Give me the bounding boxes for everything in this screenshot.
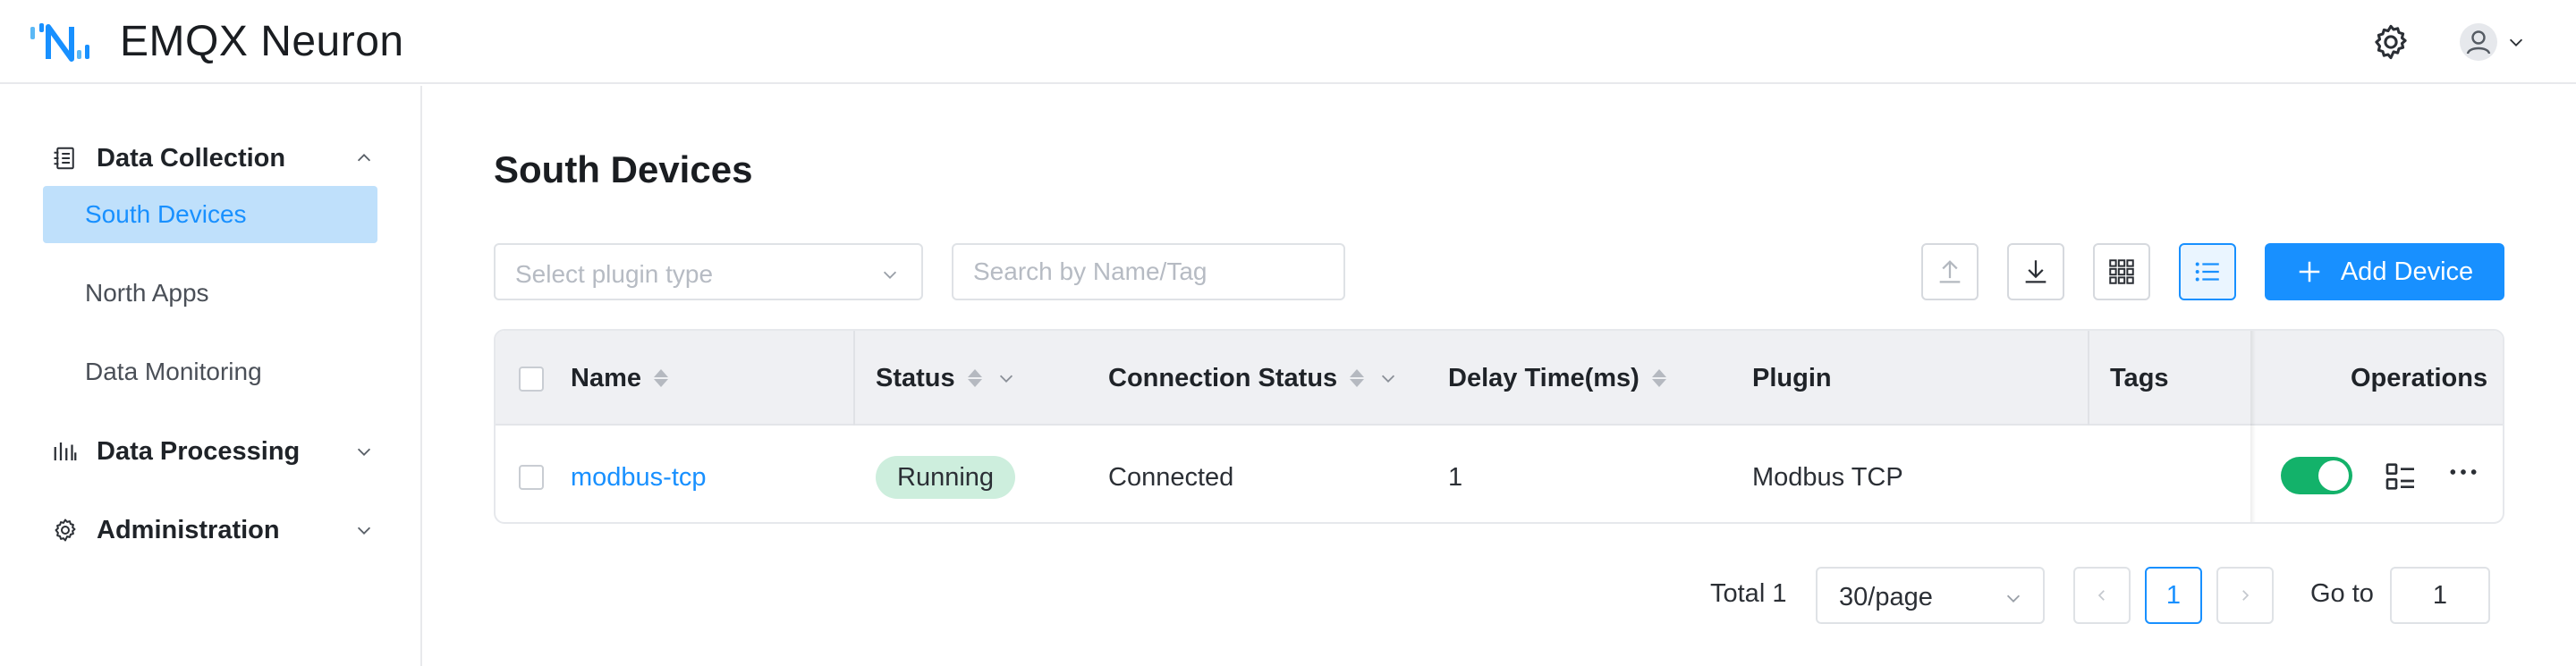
tag-list-icon[interactable] (2383, 459, 2419, 494)
next-page-button[interactable] (2216, 567, 2274, 624)
bar-chart-icon (54, 443, 77, 460)
card-view-button[interactable] (2093, 243, 2150, 300)
sidebar: Data Collection South Devices North Apps… (0, 86, 422, 666)
column-label: Operations (2351, 363, 2488, 392)
menu-group-data-collection[interactable]: Data Collection (52, 136, 374, 181)
upload-icon (1939, 260, 1961, 283)
column-header-connection-status[interactable]: Connection Status (1108, 331, 1398, 426)
neuron-logo[interactable] (29, 20, 100, 64)
gear-icon (55, 518, 76, 542)
column-divider (853, 331, 855, 426)
pagination-total: Total 1 (1710, 579, 1787, 608)
table-header: Name Status Connection Status Delay Time… (496, 331, 2503, 426)
select-all-checkbox[interactable] (519, 367, 544, 392)
column-label: Plugin (1752, 363, 1832, 392)
column-label: Name (571, 363, 641, 392)
top-header: EMQX Neuron (0, 0, 2576, 84)
user-icon (2466, 30, 2491, 55)
device-enable-toggle[interactable] (2281, 457, 2352, 494)
plus-icon (2299, 261, 2320, 282)
filter-chevron-icon[interactable] (996, 368, 1016, 388)
sidebar-item-label: North Apps (85, 279, 209, 307)
chevron-right-icon (2242, 590, 2250, 601)
goto-page-input[interactable] (2390, 567, 2490, 624)
column-header-plugin: Plugin (1752, 331, 1832, 426)
chevron-left-icon (2097, 590, 2105, 601)
list-icon (2195, 262, 2219, 282)
app-title: EMQX Neuron (120, 18, 404, 65)
connection-status: Connected (1108, 463, 1234, 492)
sort-icon[interactable] (1651, 369, 1666, 387)
more-icon[interactable] (2445, 454, 2481, 490)
chevron-down-icon[interactable] (2504, 32, 2528, 52)
column-header-status[interactable]: Status (876, 331, 1016, 426)
column-label: Delay Time(ms) (1448, 363, 1640, 392)
filter-chevron-icon[interactable] (1378, 368, 1398, 388)
menu-group-label: Administration (97, 515, 280, 544)
toggle-knob (2318, 460, 2349, 491)
status-badge: Running (876, 456, 1016, 499)
column-header-delay-time[interactable]: Delay Time(ms) (1448, 331, 1666, 426)
gear-icon[interactable] (2370, 21, 2411, 63)
sidebar-item-north-apps[interactable]: North Apps (43, 265, 377, 322)
avatar[interactable] (2460, 23, 2497, 61)
row-checkbox[interactable] (519, 465, 544, 490)
sidebar-item-label: Data Monitoring (85, 358, 262, 385)
data-collection-icon (54, 147, 74, 170)
search-input[interactable] (952, 243, 1345, 300)
column-header-tags: Tags (2110, 331, 2169, 426)
grid-icon (2109, 259, 2134, 284)
list-view-button[interactable] (2179, 243, 2236, 300)
export-button[interactable] (2007, 243, 2064, 300)
plugin-name: Modbus TCP (1752, 463, 1903, 492)
delay-time: 1 (1448, 463, 1463, 492)
chevron-down-icon (357, 527, 371, 535)
chevron-up-icon (357, 154, 371, 162)
column-label: Tags (2110, 363, 2169, 392)
device-name-link[interactable]: modbus-tcp (571, 463, 707, 493)
add-device-label: Add Device (2340, 257, 2474, 286)
devices-table: Name Status Connection Status Delay Time… (494, 329, 2504, 524)
menu-group-data-processing[interactable]: Data Processing (52, 429, 374, 474)
column-label: Connection Status (1108, 363, 1338, 392)
sidebar-item-data-monitoring[interactable]: Data Monitoring (43, 343, 377, 400)
sort-icon[interactable] (1350, 369, 1365, 387)
chevron-down-icon (357, 448, 371, 456)
prev-page-button[interactable] (2073, 567, 2131, 624)
chevron-down-icon (2006, 594, 2021, 603)
page-size-select[interactable]: 30/page (1816, 567, 2045, 624)
menu-group-label: Data Processing (97, 436, 301, 466)
sort-icon[interactable] (654, 369, 668, 387)
page-title: South Devices (494, 148, 753, 190)
page-button-current[interactable]: 1 (2145, 567, 2202, 624)
sidebar-item-label: South Devices (85, 200, 247, 228)
menu-group-label: Data Collection (97, 143, 286, 173)
plugin-type-select[interactable]: Select plugin type (494, 243, 923, 300)
import-button[interactable] (1921, 243, 1979, 300)
sort-icon[interactable] (967, 369, 982, 387)
menu-group-administration[interactable]: Administration (52, 508, 374, 552)
fixed-column-shadow (2250, 331, 2256, 522)
page-size-value: 30/page (1839, 583, 1933, 611)
column-divider (2088, 331, 2089, 426)
column-header-name[interactable]: Name (571, 331, 668, 426)
sidebar-item-south-devices[interactable]: South Devices (43, 186, 377, 243)
column-header-operations: Operations (2351, 331, 2487, 426)
plugin-type-placeholder: Select plugin type (515, 260, 714, 288)
column-label: Status (876, 363, 955, 392)
goto-label: Go to (2310, 579, 2374, 608)
download-icon (2025, 260, 2046, 283)
chevron-down-icon (883, 271, 897, 279)
add-device-button[interactable]: Add Device (2265, 243, 2504, 300)
